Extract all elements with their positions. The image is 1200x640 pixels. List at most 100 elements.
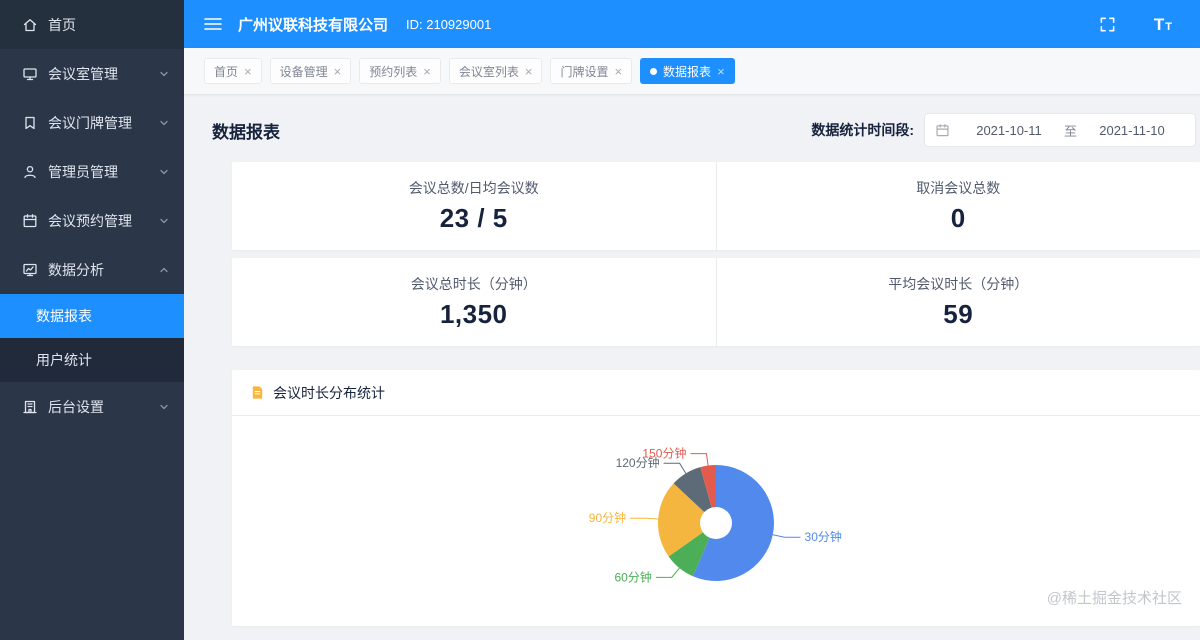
fullscreen-icon[interactable] [1099, 16, 1116, 33]
sidebar-item-label: 管理员管理 [48, 163, 118, 180]
sidebar-item-label: 数据分析 [48, 261, 104, 278]
stat-label: 平均会议时长（分钟） [888, 276, 1029, 292]
font-size-icon[interactable]: TT [1154, 16, 1172, 33]
active-tab-dot [650, 67, 658, 75]
tab-home[interactable]: 首页 × [204, 58, 262, 84]
page-title: 数据报表 [212, 122, 280, 142]
chart-card-header: 会议时长分布统计 [232, 370, 1200, 416]
company-id: ID: 210929001 [406, 16, 492, 32]
tab-reservation-list[interactable]: 预约列表 × [359, 58, 441, 84]
sidebar-subitem-user-stats[interactable]: 用户统计 [0, 338, 184, 382]
tab-close-icon[interactable]: × [244, 65, 252, 78]
tab-close-icon[interactable]: × [334, 65, 342, 78]
calendar-icon [22, 213, 38, 229]
tab-label: 数据报表 [663, 64, 712, 79]
home-icon [22, 17, 38, 33]
stat-value: 59 [943, 299, 974, 329]
pie-label-line [772, 534, 801, 538]
app-root: 首页 会议室管理 会议门牌管理 管理员管理 会议预约管理 数据分析 数据报表 用… [0, 0, 1200, 640]
sidebar-item-reservation[interactable]: 会议预约管理 [0, 196, 184, 245]
tab-label: 设备管理 [279, 64, 328, 79]
tab-label: 会议室列表 [458, 64, 519, 79]
pie-label: 150分钟 [642, 446, 686, 461]
meeting-room-icon [22, 66, 38, 82]
tab-data-report[interactable]: 数据报表 × [640, 58, 735, 84]
sidebar-item-home[interactable]: 首页 [0, 0, 184, 49]
sidebar-subitem-label: 数据报表 [36, 308, 92, 324]
top-header: 广州议联科技有限公司 ID: 210929001 TT [184, 0, 1200, 48]
chevron-down-icon [158, 117, 170, 129]
sidebar-subitem-data-report[interactable]: 数据报表 [0, 294, 184, 338]
duration-distribution-card: 会议时长分布统计 30分钟 60分钟 90分钟 120分钟 150分钟 @稀土掘金技术社… [232, 370, 1200, 626]
pie-donut-hole [700, 507, 732, 539]
building-icon [22, 399, 38, 415]
report-document-icon [250, 385, 265, 400]
tab-close-icon[interactable]: × [614, 65, 622, 78]
sidebar-submenu-data-analysis: 数据报表 用户统计 [0, 294, 184, 382]
stat-value: 0 [950, 203, 966, 233]
stat-value: 23 / 5 [439, 203, 508, 233]
stat-cancelled-meetings: 取消会议总数 0 [717, 162, 1200, 250]
stat-average-duration: 平均会议时长（分钟） 59 [717, 258, 1200, 346]
analytics-chart-icon [22, 262, 38, 278]
sidebar-item-label: 会议室管理 [48, 65, 118, 82]
watermark: @稀土掘金技术社区 [1046, 590, 1182, 607]
sidebar-item-label: 后台设置 [48, 398, 104, 415]
pie-label-line [663, 462, 687, 474]
sidebar: 首页 会议室管理 会议门牌管理 管理员管理 会议预约管理 数据分析 数据报表 用… [0, 0, 184, 640]
pie-label: 30分钟 [805, 529, 842, 544]
company-name: 广州议联科技有限公司 [238, 16, 389, 34]
pie-label-line [655, 567, 680, 578]
doorplate-icon [22, 115, 38, 131]
calendar-icon [935, 123, 950, 138]
stat-label: 会议总时长（分钟） [410, 276, 537, 292]
tab-device-management[interactable]: 设备管理 × [269, 58, 352, 84]
stat-label: 取消会议总数 [916, 180, 1001, 196]
date-filter: 数据统计时间段: 2021-10-11 至 2021-11-10 [811, 113, 1196, 147]
page-content: 数据报表 数据统计时间段: 2021-10-11 至 2021-11-10 会议… [184, 94, 1200, 640]
sidebar-item-admin[interactable]: 管理员管理 [0, 147, 184, 196]
chevron-down-icon [158, 166, 170, 178]
chevron-up-icon [158, 264, 170, 276]
tab-close-icon[interactable]: × [525, 65, 533, 78]
sidebar-item-doorplate[interactable]: 会议门牌管理 [0, 98, 184, 147]
sidebar-item-label: 首页 [48, 16, 76, 33]
tab-label: 首页 [214, 64, 239, 79]
chevron-down-icon [158, 401, 170, 413]
menu-collapse-icon[interactable] [204, 16, 222, 32]
sidebar-subitem-label: 用户统计 [36, 352, 92, 368]
chart-card-title: 会议时长分布统计 [273, 384, 385, 401]
date-range-picker[interactable]: 2021-10-11 至 2021-11-10 [924, 113, 1196, 147]
tab-doorplate-settings[interactable]: 门牌设置 × [550, 58, 633, 84]
duration-pie-chart: 30分钟60分钟90分钟120分钟150分钟 [589, 446, 842, 585]
date-end-input[interactable]: 2021-11-10 [1079, 123, 1185, 138]
date-start-input[interactable]: 2021-10-11 [956, 123, 1062, 138]
stat-total-duration: 会议总时长（分钟） 1,350 [232, 258, 716, 346]
pie-label-line [630, 517, 659, 520]
date-filter-label: 数据统计时间段: [811, 122, 914, 138]
stats-row-2: 会议总时长（分钟） 1,350 平均会议时长（分钟） 59 [232, 258, 1200, 346]
stat-value: 1,350 [439, 299, 508, 329]
stat-total-meetings: 会议总数/日均会议数 23 / 5 [232, 162, 716, 250]
chevron-down-icon [158, 215, 170, 227]
tab-label: 预约列表 [369, 64, 418, 79]
date-separator: 至 [1064, 123, 1078, 139]
sidebar-item-backend-settings[interactable]: 后台设置 [0, 382, 184, 431]
open-tabs-bar: 首页 × 设备管理 × 预约列表 × 会议室列表 × 门牌设置 × 数据报表 × [184, 48, 1200, 94]
chevron-down-icon [158, 68, 170, 80]
sidebar-item-data-analysis[interactable]: 数据分析 [0, 245, 184, 294]
sidebar-item-label: 会议门牌管理 [48, 114, 132, 131]
page-header-row: 数据报表 数据统计时间段: 2021-10-11 至 2021-11-10 [212, 112, 1200, 148]
sidebar-item-label: 会议预约管理 [48, 212, 132, 229]
sidebar-item-meeting-room[interactable]: 会议室管理 [0, 49, 184, 98]
admin-user-icon [22, 164, 38, 180]
tab-meeting-room-list[interactable]: 会议室列表 × [448, 58, 543, 84]
tab-label: 门牌设置 [560, 64, 609, 79]
pie-label: 90分钟 [589, 510, 626, 525]
stat-label: 会议总数/日均会议数 [408, 180, 539, 196]
pie-label-line [690, 453, 709, 466]
tab-close-icon[interactable]: × [423, 65, 431, 78]
stats-row-1: 会议总数/日均会议数 23 / 5 取消会议总数 0 [232, 162, 1200, 250]
main-area: 广州议联科技有限公司 ID: 210929001 TT 首页 × 设备管理 × … [184, 0, 1200, 640]
tab-close-icon[interactable]: × [717, 65, 725, 78]
